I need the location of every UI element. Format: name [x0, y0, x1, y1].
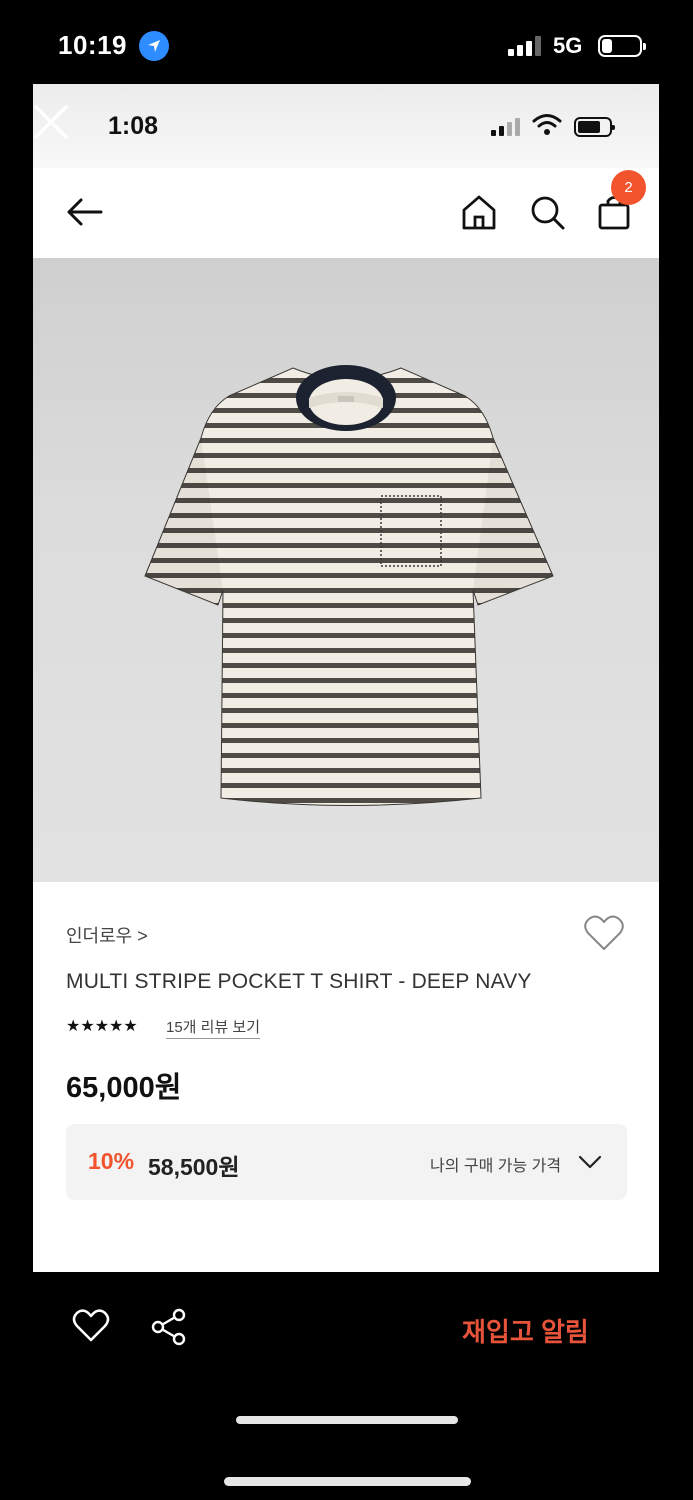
- product-title: MULTI STRIPE POCKET T SHIRT - DEEP NAVY: [66, 970, 532, 993]
- restock-alert-button[interactable]: 재입고 알림: [462, 1312, 589, 1349]
- brand-link[interactable]: 인더로우 >: [66, 922, 148, 948]
- cart-count-badge: 2: [611, 170, 646, 205]
- inner-clock: 1:08: [108, 112, 159, 140]
- location-arrow-icon: [139, 31, 169, 61]
- discount-price-box[interactable]: 10% 58,500원 나의 구매 가능 가격: [66, 1124, 627, 1200]
- app-screenshot: 1:08 2 인더로우 > MULTI STRIPE POCKET T SHIR…: [33, 84, 659, 1272]
- home-indicator[interactable]: [224, 1477, 471, 1486]
- bottom-action-bar: 재입고 알림: [0, 1272, 693, 1500]
- home-indicator: [236, 1416, 458, 1424]
- discount-rate: 10%: [88, 1148, 135, 1174]
- inner-status-bar: 1:08: [33, 84, 659, 168]
- sale-price: 58,500원: [148, 1154, 240, 1180]
- chevron-down-icon[interactable]: [578, 1154, 602, 1170]
- my-price-label[interactable]: 나의 구매 가능 가격: [430, 1152, 561, 1176]
- original-price: 65,000원: [66, 1072, 182, 1104]
- wifi-icon: [532, 114, 562, 135]
- app-header: [33, 168, 659, 258]
- signal-bars-icon: [491, 118, 520, 136]
- heart-icon[interactable]: [583, 913, 625, 953]
- heart-icon[interactable]: [72, 1308, 110, 1344]
- back-arrow-icon[interactable]: [63, 194, 107, 230]
- search-icon[interactable]: [527, 188, 567, 236]
- home-icon[interactable]: [459, 188, 499, 236]
- signal-bars-icon: [508, 36, 541, 56]
- battery-icon: [574, 117, 615, 137]
- outer-status-bar: 10:19 5G: [0, 0, 693, 84]
- product-image[interactable]: [33, 258, 659, 882]
- outer-clock: 10:19: [58, 30, 127, 60]
- review-link[interactable]: 15개 리뷰 보기: [166, 1016, 261, 1039]
- close-icon[interactable]: [33, 104, 69, 140]
- battery-icon: [598, 35, 646, 57]
- network-type: 5G: [553, 33, 583, 58]
- share-icon[interactable]: [150, 1308, 188, 1346]
- rating-stars: ★★★★★: [66, 1018, 138, 1035]
